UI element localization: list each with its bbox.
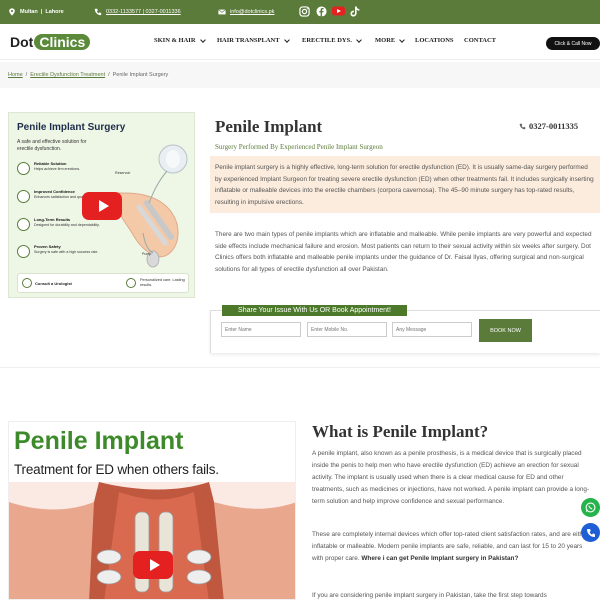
footer-right-text: Personalized care. Lasting results. xyxy=(140,278,185,287)
phone-info[interactable]: 0332-1133577 | 0327-0011336 xyxy=(94,0,181,24)
nav-contact[interactable]: CONTACT xyxy=(464,37,496,44)
reservoir-label: Reservoir xyxy=(115,171,131,175)
location-pin-icon xyxy=(9,8,15,16)
implant-types-paragraph: There are two main types of penile impla… xyxy=(215,231,592,274)
shield-check-icon xyxy=(17,162,30,175)
nav-skin-hair[interactable]: SKIN & HAIR xyxy=(154,36,206,44)
click-call-button[interactable]: Click & Call Now xyxy=(546,37,600,50)
name-input[interactable] xyxy=(221,322,301,337)
main-navigation: Dot Clinics SKIN & HAIR HAIR TRANSPLANT E… xyxy=(0,24,600,60)
section-title-what-is: What is Penile Implant? xyxy=(312,422,489,441)
message-input[interactable] xyxy=(392,322,472,337)
clock-icon xyxy=(17,218,30,231)
feature-text: Helps achieve firm erections. xyxy=(34,166,81,171)
breadcrumb: Home / Erectile Dysfunction Treatment / Pe… xyxy=(0,62,600,88)
whatsapp-icon[interactable] xyxy=(581,498,600,517)
consider-paragraph: If you are considering penile implant su… xyxy=(312,592,547,599)
image-heading: Penile Implant xyxy=(14,427,184,455)
person-icon xyxy=(17,190,30,203)
facebook-icon[interactable] xyxy=(313,3,329,19)
breadcrumb-ed-treatment[interactable]: Erectile Dysfunction Treatment xyxy=(30,72,105,78)
nav-more[interactable]: MORE xyxy=(375,36,406,44)
intro-text: Penile implant surgery is a highly effec… xyxy=(215,164,594,207)
chevron-down-icon xyxy=(199,36,206,43)
youtube-icon[interactable] xyxy=(330,3,346,19)
email-info[interactable]: info@dotclinics.pk xyxy=(218,0,274,24)
page-subtitle: Surgery Performed By Experienced Penile … xyxy=(215,143,383,151)
nav-label: LOCATIONS xyxy=(415,37,454,44)
intro-box: Penile implant surgery is a highly effec… xyxy=(210,156,600,213)
where-surgery-question: Where i can get Penile Implant surgery i… xyxy=(361,555,519,562)
nav-label: ERECTILE DYS. xyxy=(302,37,352,44)
logo-clinics: Clinics xyxy=(34,34,91,50)
book-now-button[interactable]: BOOK NOW xyxy=(479,319,532,342)
nav-label: MORE xyxy=(375,37,396,44)
page-title: Penile Implant xyxy=(215,117,323,136)
phone-icon xyxy=(94,8,102,16)
play-button-icon[interactable] xyxy=(82,192,122,220)
breadcrumb-current: Penile Implant Surgery xyxy=(112,72,169,78)
nav-label: SKIN & HAIR xyxy=(154,37,196,44)
penile-implant-video-thumbnail[interactable]: Penile Implant Surgery A safe and effect… xyxy=(8,112,195,298)
dot-clinics-logo[interactable]: Dot Clinics xyxy=(10,34,91,50)
top-bar: Multan | Lahore 0332-1133577 | 0327-0011… xyxy=(0,0,600,24)
instagram-icon[interactable] xyxy=(296,3,312,19)
logo-dot: Dot xyxy=(10,34,34,50)
phone-icon xyxy=(519,123,526,129)
phone-numbers[interactable]: 0332-1133577 | 0327-0011336 xyxy=(106,9,181,15)
play-button-icon[interactable] xyxy=(133,551,173,579)
breadcrumb-home[interactable]: Home xyxy=(8,72,23,78)
nav-erectile-dys[interactable]: ERECTILE DYS. xyxy=(302,36,362,44)
thumbnail-footer: Consult a Urologist Personalized care. L… xyxy=(17,273,189,293)
mobile-input[interactable] xyxy=(307,322,387,337)
what-is-paragraph: A penile implant, also known as a penile… xyxy=(312,450,590,505)
form-heading: Share Your Issue With Us OR Book Appoint… xyxy=(222,305,407,316)
nav-label: HAIR TRANSPLANT xyxy=(217,37,280,44)
badge-icon xyxy=(17,245,30,258)
thumbnail-title: Penile Implant Surgery xyxy=(17,122,126,133)
thumbnail-subtitle: A safe and effective solution for erecti… xyxy=(17,139,87,152)
breadcrumb-separator: / xyxy=(25,72,28,78)
chevron-down-icon xyxy=(356,36,362,43)
breadcrumb-separator: / xyxy=(108,72,110,78)
penile-implant-video-thumbnail-2[interactable]: Penile Implant Treatment for ED when oth… xyxy=(8,421,296,600)
location-text: Multan | Lahore xyxy=(20,9,64,15)
feature-item: Reliable Solution Helps achieve firm erec… xyxy=(17,161,81,175)
footer-left-text: Consult a Urologist xyxy=(35,281,72,286)
device-types-paragraph: These are completely internal devices wh… xyxy=(312,529,595,565)
chevron-down-icon xyxy=(399,36,406,43)
tiktok-icon[interactable] xyxy=(347,3,363,19)
email-link[interactable]: info@dotclinics.pk xyxy=(230,9,274,15)
header-phone[interactable]: 0327-0011335 xyxy=(519,121,578,131)
stethoscope-icon xyxy=(22,278,32,288)
call-icon[interactable] xyxy=(581,523,600,542)
nav-locations[interactable]: LOCATIONS xyxy=(415,37,454,44)
nav-hair-transplant[interactable]: HAIR TRANSPLANT xyxy=(217,36,290,44)
nav-label: CONTACT xyxy=(464,37,497,44)
header-phone-number: 0327-0011335 xyxy=(529,121,579,131)
pump-label: Pump xyxy=(142,252,152,256)
chevron-down-icon xyxy=(283,36,290,43)
section-divider xyxy=(0,367,600,368)
envelope-icon xyxy=(218,9,226,15)
location-info: Multan | Lahore xyxy=(8,0,64,24)
people-icon xyxy=(126,278,136,288)
image-subheading: Treatment for ED when others fails. xyxy=(14,462,219,477)
anatomy-illustration xyxy=(9,482,295,599)
